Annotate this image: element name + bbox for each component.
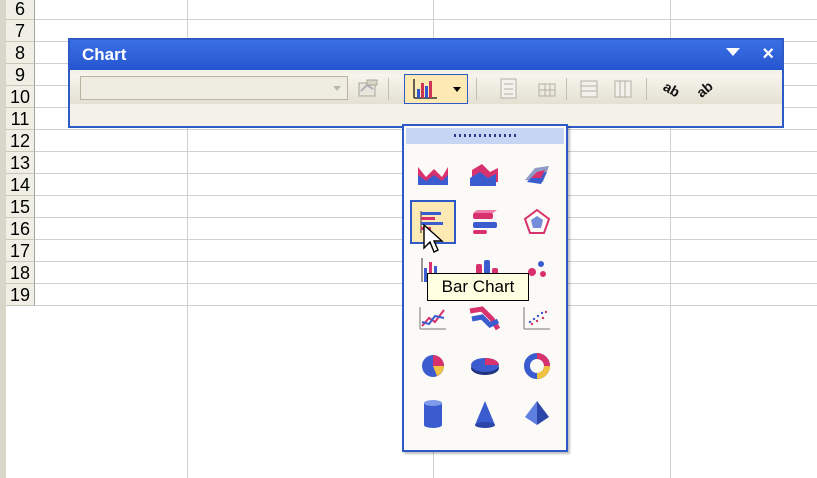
toolbar-separator — [388, 78, 389, 100]
toolbar-body: ab ab — [70, 70, 782, 126]
cone-chart-icon — [475, 401, 495, 428]
row-header-16[interactable]: 16 — [6, 218, 35, 240]
angle-text-up-icon: ab — [695, 78, 716, 100]
row-header-6[interactable]: 6 — [6, 0, 35, 20]
doughnut-chart-icon — [524, 353, 550, 379]
3d-surface-chart-option[interactable] — [514, 152, 560, 196]
data-table-button[interactable] — [534, 76, 560, 102]
palette-drag-handle[interactable] — [406, 128, 564, 144]
radar-chart-icon — [523, 208, 551, 234]
toolbar-separator — [566, 78, 567, 100]
scatter-chart-icon — [523, 307, 550, 330]
row-header-7[interactable]: 7 — [6, 20, 35, 42]
row-header-19[interactable]: 19 — [6, 284, 35, 306]
row-header-18[interactable]: 18 — [6, 262, 35, 284]
data-table-icon — [538, 83, 556, 97]
legend-icon — [500, 78, 517, 99]
3d-pie-chart-option[interactable] — [462, 344, 508, 388]
tooltip: Bar Chart — [427, 273, 529, 301]
row-header-17[interactable]: 17 — [6, 240, 35, 262]
legend-button[interactable] — [496, 76, 522, 102]
line-chart-option[interactable] — [410, 296, 456, 340]
format-icon — [358, 79, 378, 97]
close-button[interactable]: × — [762, 40, 774, 68]
chart-type-button[interactable] — [404, 74, 468, 104]
cylinder-chart-icon — [424, 400, 442, 428]
row-header-10[interactable]: 10 — [6, 86, 35, 108]
toolbar-buttons-row: ab ab — [70, 74, 782, 104]
row-header-13[interactable]: 13 — [6, 152, 35, 174]
row-header-12[interactable]: 12 — [6, 130, 35, 152]
format-chart-area-button[interactable] — [355, 76, 381, 102]
pie-chart-option[interactable] — [410, 344, 456, 388]
area-chart-option[interactable] — [410, 152, 456, 196]
area-chart-icon — [418, 167, 448, 185]
chevron-down-icon[interactable] — [453, 87, 461, 92]
by-column-icon — [614, 80, 632, 98]
svg-text:ab: ab — [661, 78, 683, 100]
cylinder-chart-option[interactable] — [410, 392, 456, 436]
sheet-row[interactable] — [35, 0, 817, 20]
chart-objects-dropdown[interactable] — [80, 76, 348, 100]
radar-chart-option[interactable] — [514, 200, 560, 244]
toolbar-title: Chart — [82, 45, 127, 64]
angle-text-down-icon: ab — [661, 78, 683, 100]
toolbar-title-bar[interactable]: Chart — [70, 40, 782, 70]
row-header-9[interactable]: 9 — [6, 64, 35, 86]
toolbar-separator — [476, 78, 477, 100]
by-column-button[interactable] — [610, 76, 636, 102]
3d-bar-chart-icon — [473, 210, 497, 234]
3d-line-chart-option[interactable] — [462, 296, 508, 340]
3d-area-chart-option[interactable] — [462, 152, 508, 196]
pyramid-chart-icon — [525, 401, 549, 425]
by-row-button[interactable] — [576, 76, 602, 102]
line-chart-icon — [419, 307, 446, 330]
toolbar-separator — [646, 78, 647, 100]
grip-dots — [454, 134, 516, 137]
pyramid-chart-option[interactable] — [514, 392, 560, 436]
cone-chart-option[interactable] — [462, 392, 508, 436]
pie-chart-icon — [422, 355, 444, 377]
3d-area-chart-icon — [470, 164, 498, 186]
svg-text:ab: ab — [695, 78, 716, 100]
angle-text-downward-button[interactable]: ab — [660, 76, 686, 102]
mouse-pointer-icon — [423, 224, 444, 253]
3d-surface-chart-icon — [525, 166, 549, 184]
3d-bar-chart-option[interactable] — [462, 200, 508, 244]
row-header-14[interactable]: 14 — [6, 174, 35, 196]
doughnut-chart-option[interactable] — [514, 344, 560, 388]
row-header-11[interactable]: 11 — [6, 108, 35, 130]
angle-text-upward-button[interactable]: ab — [694, 76, 720, 102]
by-row-icon — [580, 80, 598, 98]
3d-pie-chart-icon — [471, 358, 499, 375]
bar-chart-icon — [413, 79, 437, 99]
3d-line-chart-icon — [469, 306, 501, 331]
toolbar-options-icon[interactable] — [726, 48, 740, 56]
scatter-chart-option[interactable] — [514, 296, 560, 340]
chart-toolbar: Chart × ab ab — [68, 38, 784, 128]
row-header-8[interactable]: 8 — [6, 42, 35, 64]
chevron-down-icon[interactable] — [333, 86, 341, 91]
row-header-15[interactable]: 15 — [6, 196, 35, 218]
